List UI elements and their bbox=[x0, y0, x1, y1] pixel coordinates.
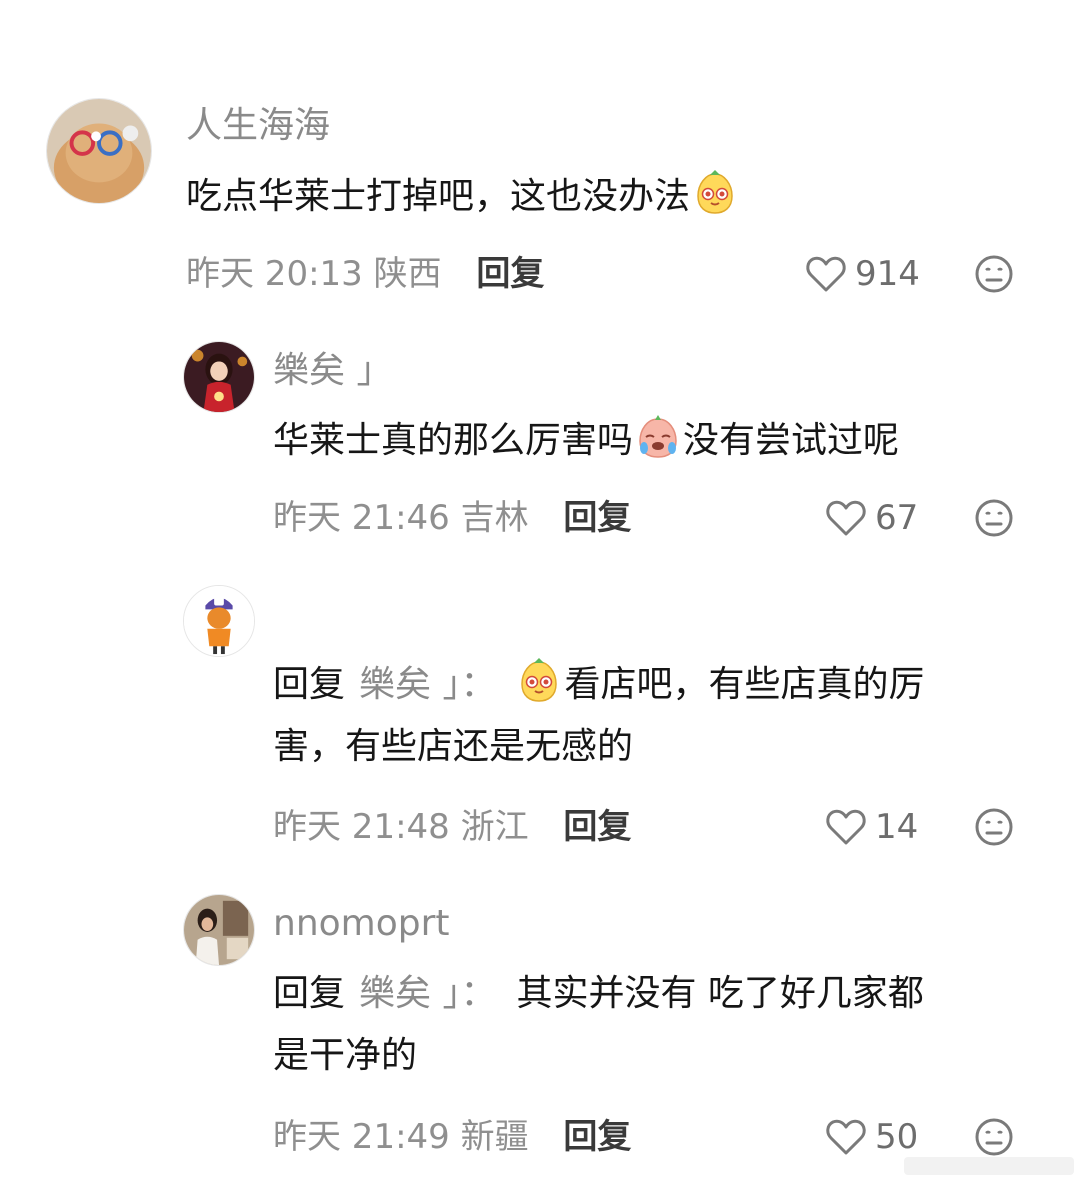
cat-avatar-image bbox=[47, 99, 151, 203]
heart-outline-icon bbox=[826, 809, 866, 845]
username[interactable]: 樂矣 」 bbox=[273, 349, 392, 393]
comment-text: 回复 樂矣 」： 看店吧，有些店真的厉 害，有些店还是无感的 bbox=[273, 654, 1033, 778]
comment-text-body-2: 没有尝试过呢 bbox=[683, 420, 900, 461]
meh-face-icon[interactable] bbox=[974, 498, 1014, 538]
comment-meta: 昨天 20:13 陕西 回复 bbox=[186, 252, 544, 296]
reply-prefix: 回复 bbox=[273, 973, 346, 1014]
meh-face-icon[interactable] bbox=[974, 254, 1014, 294]
mango-face-emoji bbox=[521, 658, 558, 702]
meh-face-icon[interactable] bbox=[974, 807, 1014, 847]
reply-button[interactable]: 回复 bbox=[563, 1117, 631, 1157]
reply-button[interactable]: 回复 bbox=[563, 498, 631, 538]
comment-text: 回复 樂矣 」： 其实并没有 吃了好几家都 是干净的 bbox=[273, 963, 1033, 1087]
comment-text-line2: 是干净的 bbox=[273, 1035, 418, 1076]
avatar[interactable] bbox=[183, 585, 255, 657]
comment-text: 华莱士真的那么厉害吗 没有尝试过呢 bbox=[273, 410, 1053, 472]
timestamp-location: 昨天 20:13 陕西 bbox=[186, 254, 442, 294]
comment-text: 吃点华莱士打掉吧，这也没办法 bbox=[186, 166, 1046, 228]
comment-text-body: 吃点华莱士打掉吧，这也没办法 bbox=[186, 176, 691, 217]
heart-outline-icon bbox=[826, 1119, 866, 1155]
heart-outline-icon bbox=[806, 256, 846, 292]
comment-text-body: 看店吧，有些店真的厉 bbox=[564, 664, 925, 705]
username[interactable]: nnomoprt bbox=[273, 902, 450, 946]
like-button[interactable]: 14 bbox=[825, 805, 918, 849]
crying-peach-emoji bbox=[639, 415, 677, 458]
comment-text-body: 其实并没有 吃了好几家都 bbox=[516, 973, 924, 1014]
reply-button[interactable]: 回复 bbox=[476, 254, 544, 294]
cartoon-avatar-image bbox=[184, 586, 254, 656]
watermark-image bbox=[904, 1157, 1074, 1175]
reply-target-username[interactable]: 樂矣 」： bbox=[359, 973, 496, 1014]
timestamp-location: 昨天 21:46 吉林 bbox=[273, 498, 529, 538]
comment-text-line2: 害，有些店还是无感的 bbox=[273, 726, 634, 767]
like-count: 14 bbox=[875, 807, 919, 847]
heart-outline-icon bbox=[826, 500, 866, 536]
comment-meta: 昨天 21:49 新疆 回复 bbox=[273, 1115, 631, 1159]
girl-avatar-image bbox=[184, 342, 254, 412]
like-button[interactable]: 914 bbox=[805, 252, 920, 296]
avatar[interactable] bbox=[46, 98, 152, 204]
comment-meta: 昨天 21:48 浙江 回复 bbox=[273, 805, 631, 849]
reply-prefix: 回复 bbox=[273, 664, 346, 705]
reply-button[interactable]: 回复 bbox=[563, 807, 631, 847]
like-button[interactable]: 67 bbox=[825, 496, 918, 540]
comment-meta: 昨天 21:46 吉林 回复 bbox=[273, 496, 631, 540]
timestamp-location: 昨天 21:48 浙江 bbox=[273, 807, 529, 847]
reply-target-username[interactable]: 樂矣 」： bbox=[359, 664, 496, 705]
meh-face-icon[interactable] bbox=[974, 1117, 1014, 1157]
avatar[interactable] bbox=[183, 894, 255, 966]
comment-text-body: 华莱士真的那么厉害吗 bbox=[273, 420, 634, 461]
timestamp-location: 昨天 21:49 新疆 bbox=[273, 1117, 529, 1157]
like-count: 67 bbox=[875, 498, 919, 538]
username[interactable]: 人生海海 bbox=[186, 104, 330, 148]
mango-face-emoji bbox=[697, 170, 733, 214]
photo-avatar-image bbox=[184, 895, 254, 965]
like-count: 914 bbox=[855, 254, 920, 294]
avatar[interactable] bbox=[183, 341, 255, 413]
